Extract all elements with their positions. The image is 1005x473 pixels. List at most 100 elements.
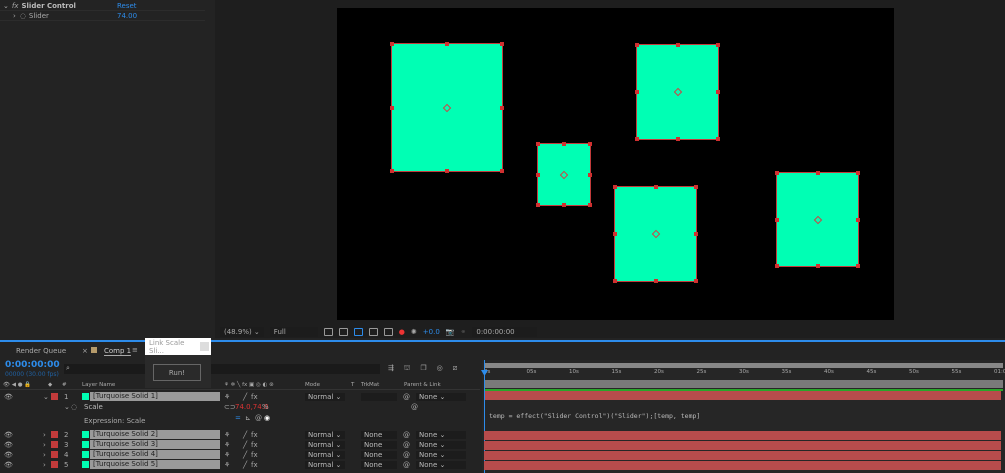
transform-handle[interactable] bbox=[613, 232, 617, 236]
trkmat-dropdown[interactable]: None bbox=[361, 430, 397, 439]
parent-dropdown[interactable]: None ⌄ bbox=[416, 392, 466, 401]
transform-handle[interactable] bbox=[815, 171, 820, 175]
draft-3d-icon[interactable]: ⛫ bbox=[404, 364, 410, 373]
transform-handle[interactable] bbox=[536, 172, 540, 177]
transform-handle[interactable] bbox=[815, 264, 820, 268]
transform-handle[interactable] bbox=[500, 105, 504, 110]
close-tab-icon[interactable]: × bbox=[82, 347, 88, 355]
transform-handle[interactable] bbox=[613, 279, 617, 283]
mode-dropdown[interactable]: Normal ⌄ bbox=[305, 440, 345, 449]
slider-value[interactable]: 74.00 bbox=[117, 12, 137, 20]
parent-dropdown[interactable]: None ⌄ bbox=[416, 440, 466, 449]
layer-row[interactable]: 👁 ⌄ 1 [Turquoise Solid 1] ⚘ ╱ fx Normal … bbox=[0, 392, 480, 401]
transform-handle[interactable] bbox=[675, 43, 680, 47]
transform-handle[interactable] bbox=[775, 264, 779, 268]
fx-icon[interactable]: fx bbox=[12, 2, 19, 10]
reset-link[interactable]: Reset bbox=[117, 2, 137, 10]
effects-switch-icon[interactable]: fx bbox=[251, 451, 258, 459]
close-icon[interactable] bbox=[200, 342, 209, 351]
solid-layer-1[interactable] bbox=[390, 42, 504, 173]
label-color-swatch[interactable] bbox=[51, 461, 58, 468]
mode-dropdown[interactable]: Normal ⌄ bbox=[305, 392, 345, 401]
mask-visibility-icon[interactable] bbox=[353, 328, 363, 336]
transform-handle[interactable] bbox=[675, 137, 680, 141]
transform-handle[interactable] bbox=[588, 172, 592, 177]
transform-handle[interactable] bbox=[500, 169, 504, 173]
trkmat-dropdown[interactable]: None bbox=[361, 460, 397, 469]
shy-icon[interactable]: ⚘ bbox=[224, 431, 230, 439]
shy-icon[interactable]: ⚘ bbox=[224, 451, 230, 459]
transform-handle[interactable] bbox=[775, 171, 779, 175]
transform-handle[interactable] bbox=[588, 142, 592, 146]
transform-handle[interactable] bbox=[562, 203, 566, 207]
transform-handle[interactable] bbox=[716, 90, 720, 94]
tab-comp-1[interactable]: Comp 1 bbox=[104, 347, 132, 356]
layer-name[interactable]: [Turquoise Solid 3] bbox=[90, 440, 220, 449]
solid-layer-3[interactable] bbox=[635, 43, 720, 141]
guides-icon[interactable] bbox=[368, 328, 378, 336]
label-color-swatch[interactable] bbox=[51, 393, 58, 400]
expression-editor[interactable]: temp = effect("Slider Control")("Slider"… bbox=[489, 412, 700, 420]
collapse-icon[interactable]: ⌄ bbox=[64, 403, 70, 411]
script-panel-tab[interactable]: Link Scale Sli... bbox=[145, 338, 211, 355]
transform-handle[interactable] bbox=[390, 105, 394, 110]
transform-handle[interactable] bbox=[588, 203, 592, 207]
effects-switch-icon[interactable]: fx bbox=[251, 431, 258, 439]
mode-dropdown[interactable]: Normal ⌄ bbox=[305, 460, 345, 469]
parent-pickwhip-icon[interactable]: @ bbox=[403, 393, 410, 401]
parent-pickwhip-icon[interactable]: @ bbox=[403, 461, 410, 469]
transform-handle[interactable] bbox=[716, 43, 720, 47]
transform-handle[interactable] bbox=[536, 203, 540, 207]
anchor-point-icon[interactable] bbox=[673, 87, 682, 97]
parent-dropdown[interactable]: None ⌄ bbox=[416, 460, 466, 469]
trkmat-dropdown[interactable] bbox=[361, 392, 397, 401]
quality-icon[interactable]: ╱ bbox=[243, 461, 247, 469]
shy-icon[interactable]: ⚘ bbox=[224, 461, 230, 469]
layer-row[interactable]: 👁 › 2 [Turquoise Solid 2] ⚘ ╱ fx Normal … bbox=[0, 430, 480, 439]
time-ruler[interactable]: 0s05s10s15s20s25s30s35s40s45s50s55s01:00… bbox=[482, 369, 1005, 379]
viewer-timecode[interactable]: 0:00:00:00 bbox=[472, 327, 538, 337]
expand-layer-icon[interactable]: › bbox=[43, 441, 46, 449]
transform-handle[interactable] bbox=[613, 185, 617, 189]
anchor-point-icon[interactable] bbox=[559, 170, 569, 179]
graph-editor-icon[interactable]: ⧄ bbox=[453, 364, 457, 373]
zoom-dropdown[interactable]: (48.9%) ⌄ bbox=[220, 327, 264, 337]
mode-dropdown[interactable]: Normal ⌄ bbox=[305, 430, 345, 439]
transform-handle[interactable] bbox=[390, 42, 394, 46]
visibility-eye-icon[interactable]: 👁 bbox=[4, 461, 13, 469]
constrain-proportions-icon[interactable]: ⊂⊃ bbox=[224, 403, 236, 411]
layer-name[interactable]: [Turquoise Solid 1] bbox=[90, 392, 220, 401]
expand-layer-icon[interactable]: › bbox=[43, 451, 46, 459]
layer-name-header[interactable]: Layer Name bbox=[82, 382, 115, 388]
transform-handle[interactable] bbox=[694, 232, 698, 236]
trkmat-dropdown[interactable]: None bbox=[361, 450, 397, 459]
layer-bar-4[interactable] bbox=[484, 451, 1001, 460]
transform-handle[interactable] bbox=[653, 185, 658, 189]
layer-bar-2[interactable] bbox=[484, 431, 1001, 440]
composition-canvas[interactable] bbox=[337, 8, 894, 320]
layer-row[interactable]: 👁 › 4 [Turquoise Solid 4] ⚘ ╱ fx Normal … bbox=[0, 450, 480, 459]
transform-handle[interactable] bbox=[445, 169, 449, 173]
effects-switch-icon[interactable]: fx bbox=[251, 441, 258, 449]
shy-icon[interactable]: ⚘ bbox=[224, 393, 230, 401]
visibility-eye-icon[interactable]: 👁 bbox=[4, 441, 13, 449]
solid-layer-5[interactable] bbox=[775, 171, 860, 268]
visibility-eye-icon[interactable]: 👁 bbox=[4, 431, 13, 439]
visibility-eye-icon[interactable]: 👁 bbox=[4, 451, 13, 459]
layer-search-input[interactable]: ⌕ bbox=[64, 364, 380, 374]
transform-handle[interactable] bbox=[856, 264, 860, 268]
solid-layer-2[interactable] bbox=[536, 142, 592, 207]
mode-dropdown[interactable]: Normal ⌄ bbox=[305, 450, 345, 459]
parent-pickwhip-icon[interactable]: @ bbox=[403, 431, 410, 439]
timeline-timecode[interactable]: 0:00:00:00 bbox=[5, 360, 60, 370]
quality-icon[interactable]: ╱ bbox=[243, 431, 247, 439]
work-area-navigator[interactable] bbox=[484, 363, 1003, 368]
effect-row[interactable]: ⌄ fx Slider Control Reset bbox=[0, 1, 205, 11]
quality-icon[interactable]: ╱ bbox=[243, 451, 247, 459]
transform-handle[interactable] bbox=[653, 279, 658, 283]
layer-name[interactable]: [Turquoise Solid 5] bbox=[90, 460, 220, 469]
expand-layer-icon[interactable]: › bbox=[43, 461, 46, 469]
snapshot-icon[interactable]: 📷 bbox=[446, 328, 455, 336]
resolution-dropdown[interactable]: Full bbox=[269, 327, 318, 337]
region-icon[interactable] bbox=[323, 328, 333, 336]
